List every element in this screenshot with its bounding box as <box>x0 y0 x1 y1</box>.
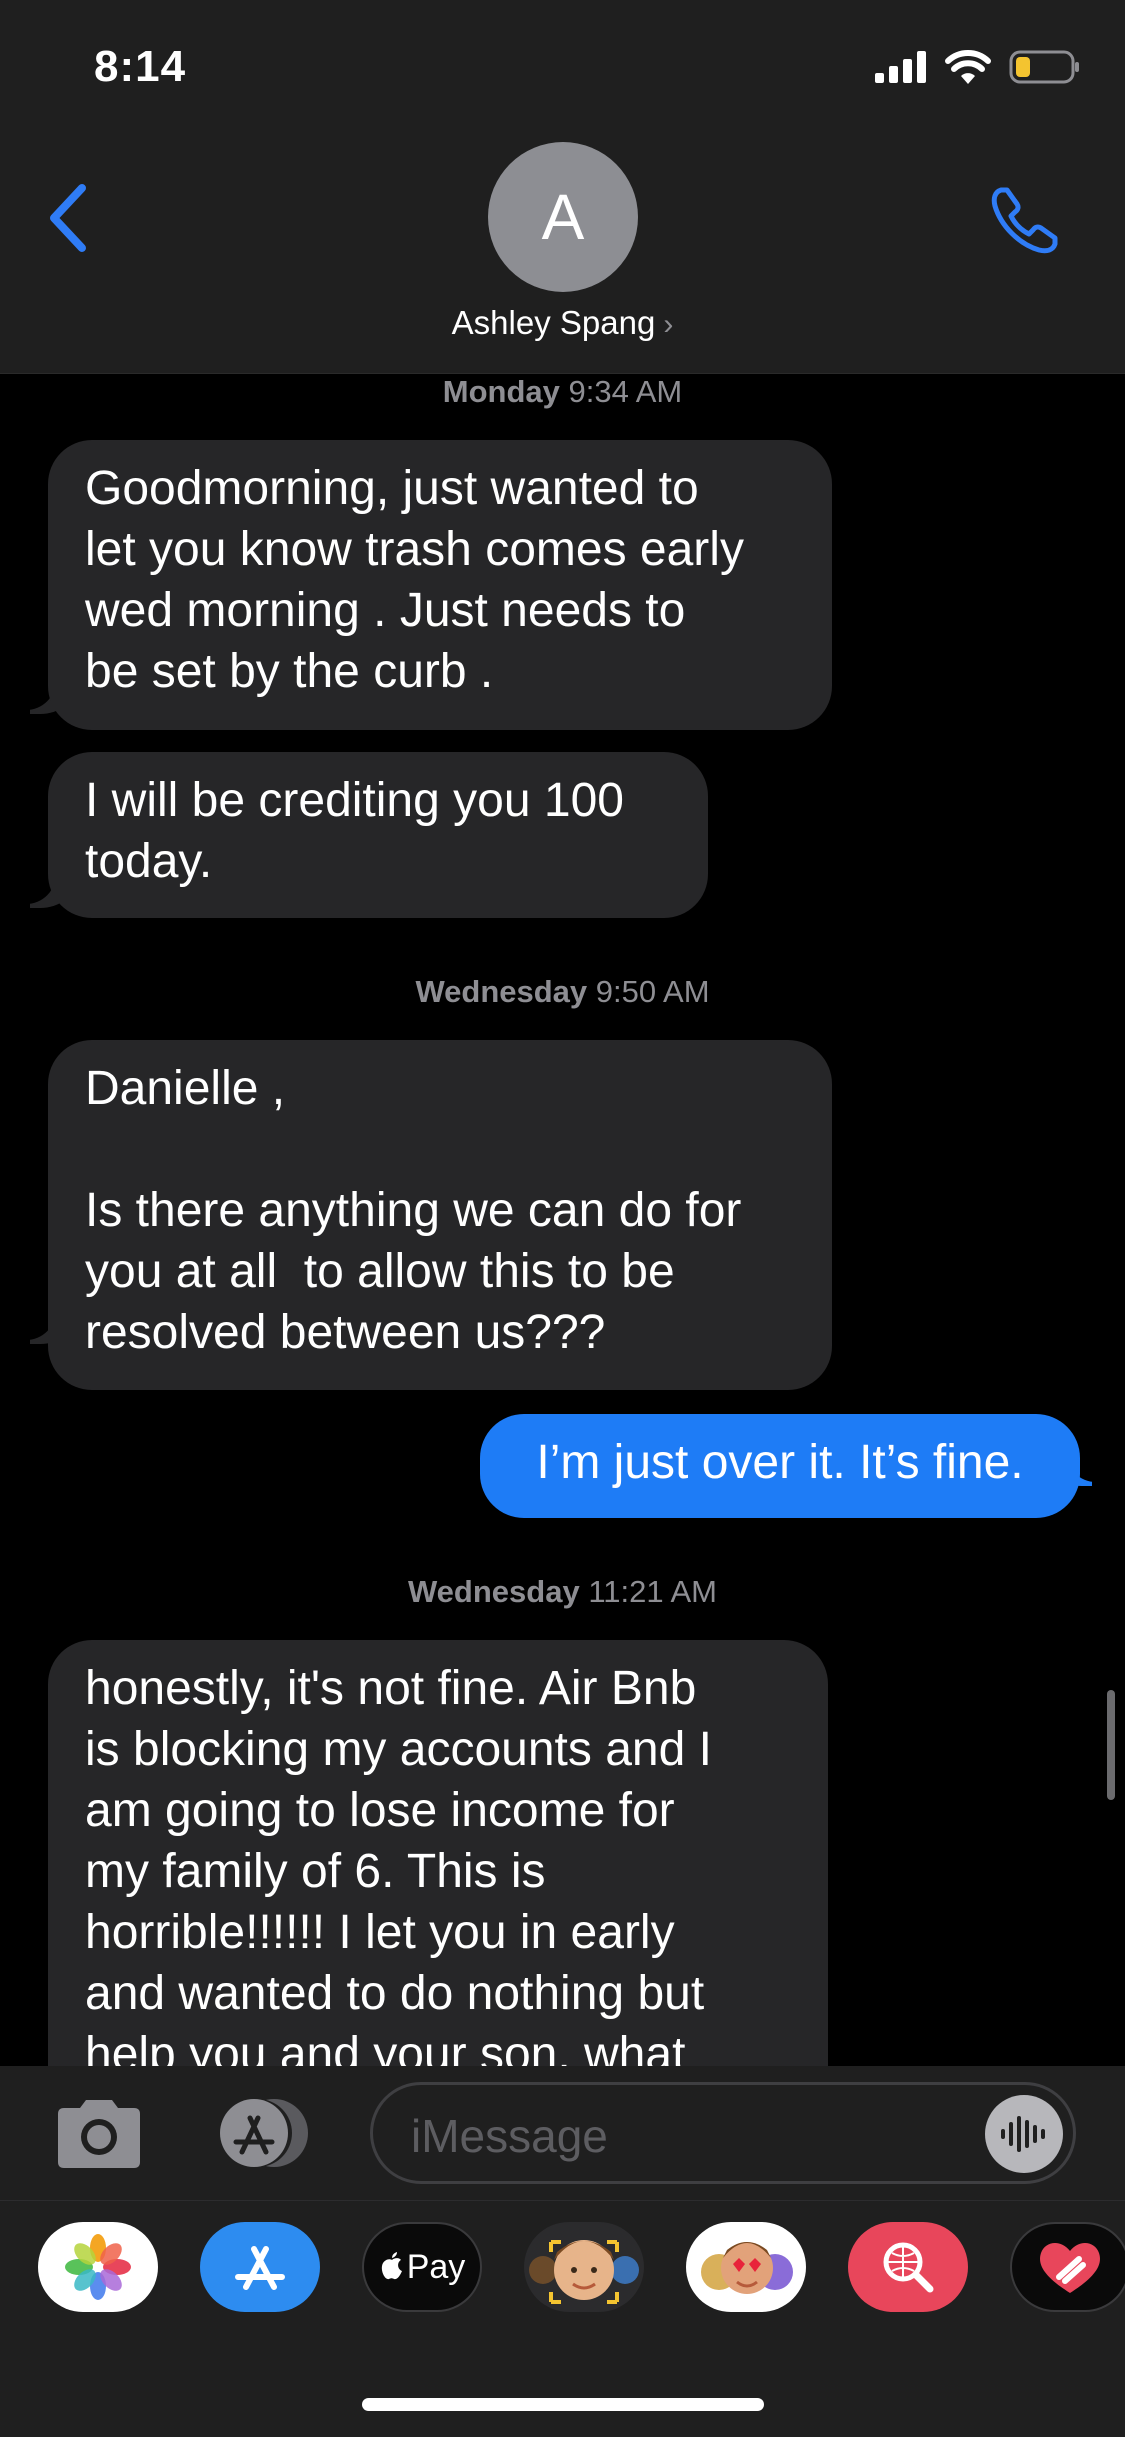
phone-icon <box>991 187 1058 254</box>
message-bubble-incoming[interactable]: honestly, it's not fine. Air Bnb is bloc… <box>48 1640 828 2066</box>
app-apple-pay[interactable]: Pay <box>362 2222 482 2312</box>
call-button[interactable] <box>985 180 1065 260</box>
back-button[interactable] <box>42 178 102 258</box>
app-memoji-stickers[interactable] <box>686 2222 806 2312</box>
chevron-right-icon: › <box>663 308 674 341</box>
home-indicator[interactable] <box>362 2398 764 2411</box>
audio-waveform-icon <box>1001 2116 1045 2152</box>
message-bubble-incoming[interactable]: Danielle , Is there anything we can do f… <box>48 1040 832 1390</box>
app-store-icon <box>220 2099 308 2167</box>
message-placeholder: iMessage <box>411 2110 608 2162</box>
status-time: 8:14 <box>94 42 187 91</box>
camera-button[interactable] <box>52 2096 146 2170</box>
app-digital-touch[interactable] <box>1010 2222 1125 2312</box>
message-input[interactable]: iMessage <box>370 2082 1076 2184</box>
message-list[interactable]: Monday 9:34 AM Goodmorning, just wanted … <box>0 374 1125 2066</box>
scroll-indicator[interactable] <box>1107 1690 1115 1800</box>
camera-icon <box>58 2100 140 2168</box>
app-memoji[interactable] <box>524 2222 644 2312</box>
message-bubble-incoming[interactable]: Goodmorning, just wanted to let you know… <box>48 440 832 730</box>
memoji-icon <box>529 2240 639 2304</box>
timestamp: Wednesday 9:50 AM <box>415 974 710 1009</box>
cellular-signal-icon <box>875 51 926 83</box>
apple-pay-label: Pay <box>406 2247 466 2286</box>
contact-name: Ashley Spang <box>451 304 656 341</box>
image-search-icon <box>883 2242 934 2293</box>
apple-pay-icon <box>381 2252 402 2280</box>
status-icons <box>875 50 1081 84</box>
input-bar: iMessage <box>0 2066 1125 2200</box>
battery-icon <box>1009 50 1079 84</box>
timestamp: Monday 9:34 AM <box>442 374 683 409</box>
memoji-stickers-icon <box>701 2242 793 2294</box>
app-app-store[interactable] <box>200 2222 320 2312</box>
apps-button[interactable] <box>208 2098 320 2168</box>
timestamp: Wednesday 11:21 AM <box>407 1574 718 1609</box>
app-photos[interactable] <box>38 2222 158 2312</box>
app-store-icon <box>235 2246 285 2290</box>
photos-icon <box>65 2234 131 2300</box>
avatar-initial: A <box>541 181 585 253</box>
message-bubble-outgoing[interactable]: I’m just over it. It’s fine. <box>480 1414 1080 1518</box>
conversation-header: 8:14 A Ashley Spang › <box>0 0 1125 374</box>
contact-name-button[interactable]: Ashley Spang › <box>0 304 1125 342</box>
contact-avatar[interactable]: A <box>488 142 638 292</box>
message-bubble-incoming[interactable]: I will be crediting you 100 today. <box>48 752 708 918</box>
digital-touch-heart-icon <box>1040 2242 1100 2293</box>
wifi-icon <box>945 50 991 84</box>
audio-message-button[interactable] <box>985 2095 1063 2173</box>
chevron-left-icon <box>50 184 86 252</box>
app-search-images[interactable] <box>848 2222 968 2312</box>
